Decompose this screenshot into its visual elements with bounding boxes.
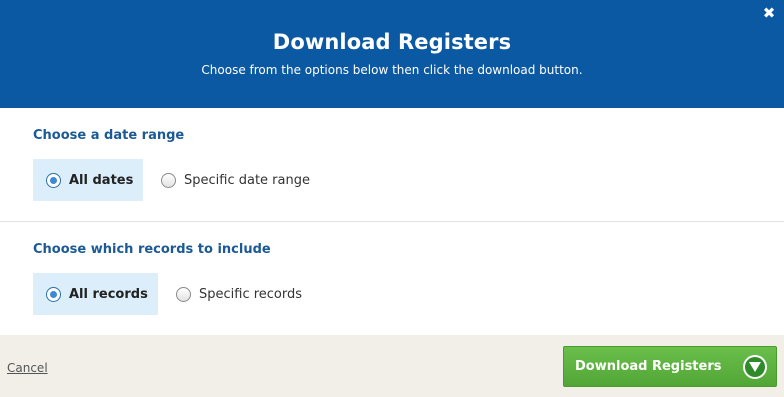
radio-button-checked[interactable] [46, 172, 61, 188]
option-specific-date-range[interactable]: Specific date range [161, 159, 331, 201]
radio-button-checked[interactable] [46, 286, 61, 302]
option-label: Specific date range [184, 172, 310, 188]
records-section: Choose which records to include All reco… [0, 222, 784, 335]
option-label: Specific records [199, 286, 303, 302]
download-registers-button[interactable]: Download Registers [563, 346, 777, 387]
dialog-title: Download Registers [272, 30, 512, 54]
dialog-footer: Cancel Download Registers [0, 335, 784, 397]
option-label: All dates [69, 172, 134, 188]
close-icon[interactable]: ✖ [761, 5, 777, 21]
option-all-dates[interactable]: All dates [33, 159, 143, 201]
radio-button[interactable] [176, 286, 191, 302]
radio-button[interactable] [161, 172, 176, 188]
cancel-link[interactable]: Cancel [7, 361, 48, 375]
date-range-title: Choose a date range [33, 128, 185, 143]
dialog-header: Download Registers Choose from the optio… [0, 0, 784, 108]
records-title: Choose which records to include [33, 242, 271, 257]
download-button-label: Download Registers [575, 359, 722, 374]
date-range-section: Choose a date range All dates Specific d… [0, 108, 784, 222]
option-label: All records [69, 286, 148, 302]
option-all-records[interactable]: All records [33, 273, 158, 315]
option-specific-records[interactable]: Specific records [176, 273, 326, 315]
chevron-down-icon [743, 355, 767, 379]
dialog-subtitle: Choose from the options below then click… [201, 63, 583, 77]
